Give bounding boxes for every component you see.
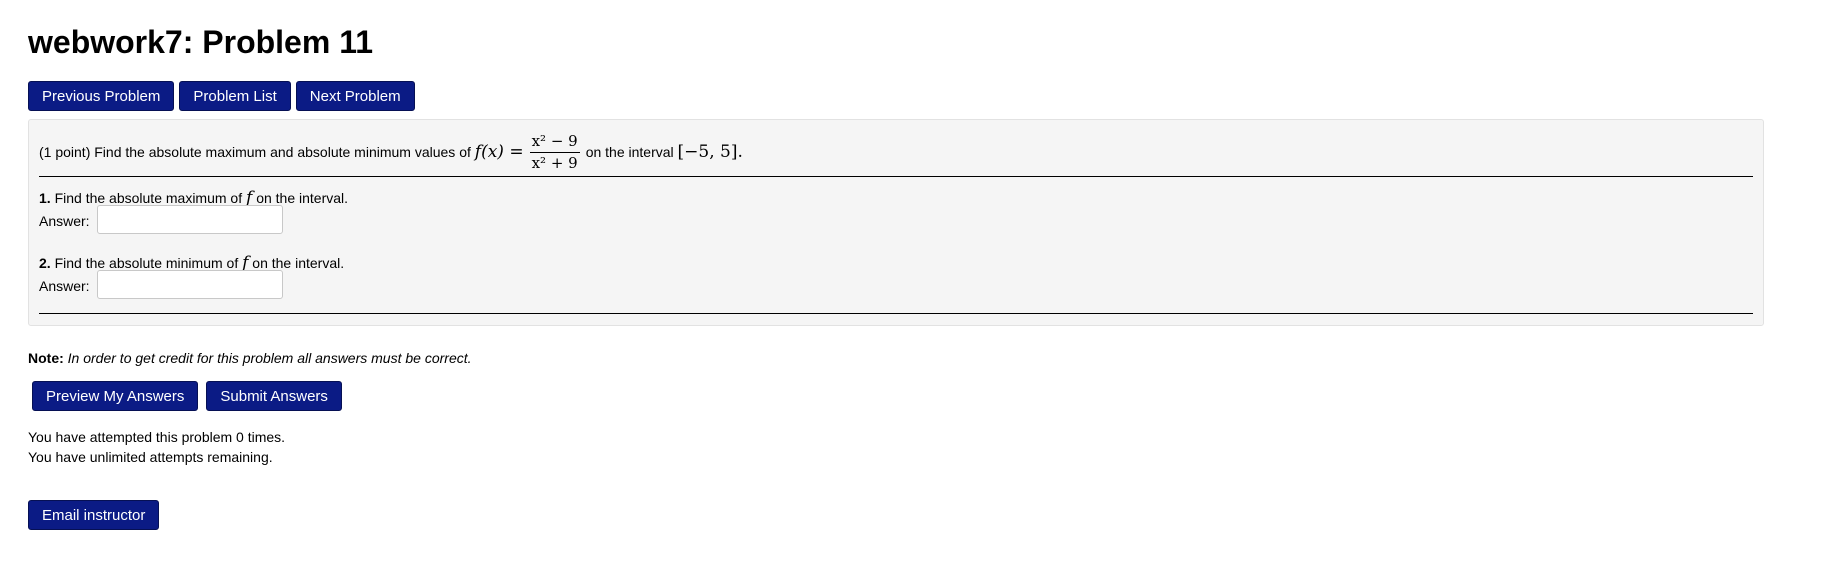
email-instructor-button[interactable]: Email instructor bbox=[28, 500, 160, 530]
email-section: Email instructor bbox=[28, 500, 160, 530]
problem-points: (1 point) bbox=[39, 144, 91, 160]
answer-2-input[interactable] bbox=[97, 270, 283, 299]
function-lhs: f(x) = bbox=[474, 142, 524, 162]
next-problem-button[interactable]: Next Problem bbox=[295, 81, 415, 111]
attempts-count: You have attempted this problem 0 times. bbox=[28, 429, 286, 445]
answer-2-label: Answer: bbox=[39, 278, 90, 294]
answer-1-label: Answer: bbox=[39, 213, 90, 229]
fraction-denominator: x² + 9 bbox=[531, 153, 578, 172]
submit-answers-button[interactable]: Submit Answers bbox=[206, 381, 342, 411]
divider-top bbox=[39, 176, 1753, 177]
function-fraction: x² − 9 x² + 9 bbox=[529, 132, 580, 172]
note-text: In order to get credit for this problem … bbox=[67, 350, 472, 366]
page-title: webwork7: Problem 11 bbox=[28, 24, 374, 60]
problem-nav: Previous Problem Problem List Next Probl… bbox=[28, 81, 415, 111]
divider-bottom bbox=[39, 313, 1753, 314]
interval-value: [−5, 5]. bbox=[677, 142, 743, 162]
question-1-number: 1. bbox=[39, 190, 51, 206]
attempts-info: You have attempted this problem 0 times.… bbox=[28, 427, 285, 467]
previous-problem-button[interactable]: Previous Problem bbox=[28, 81, 175, 111]
problem-statement: (1 point) Find the absolute maximum and … bbox=[39, 132, 743, 172]
question-2-text: Find the absolute minimum of bbox=[54, 255, 239, 271]
credit-note: Note: In order to get credit for this pr… bbox=[28, 350, 472, 366]
problem-panel: (1 point) Find the absolute maximum and … bbox=[28, 119, 1764, 326]
answer-1-input[interactable] bbox=[97, 205, 283, 234]
attempts-remaining: You have unlimited attempts remaining. bbox=[28, 449, 273, 465]
statement-interval-text: on the interval bbox=[585, 144, 674, 160]
preview-answers-button[interactable]: Preview My Answers bbox=[32, 381, 199, 411]
answer-actions: Preview My Answers Submit Answers bbox=[32, 381, 342, 411]
question-2-text-post: on the interval. bbox=[252, 255, 345, 271]
problem-list-button[interactable]: Problem List bbox=[179, 81, 291, 111]
question-1-text-post: on the interval. bbox=[256, 190, 349, 206]
question-1-text: Find the absolute maximum of bbox=[54, 190, 243, 206]
statement-text: Find the absolute maximum and absolute m… bbox=[94, 144, 471, 160]
question-2-number: 2. bbox=[39, 255, 51, 271]
note-label: Note: bbox=[28, 350, 64, 366]
fraction-numerator: x² − 9 bbox=[529, 132, 580, 153]
